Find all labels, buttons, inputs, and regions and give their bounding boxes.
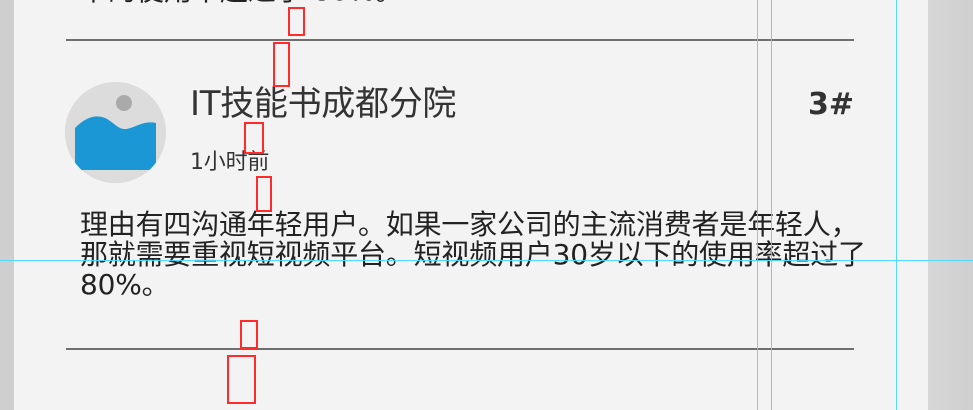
author-name[interactable]: IT技能书成都分院 [190,84,456,124]
right-edge-shadow [928,0,973,410]
spacing-marker-top [288,7,305,36]
spacing-marker-bottom [227,355,256,404]
image-placeholder-icon [65,82,166,183]
horizontal-guide-line [0,260,973,261]
spacing-marker-time-content [256,176,272,212]
floor-number: 3# [807,87,854,122]
author-avatar[interactable] [65,82,166,183]
spacing-marker-upper [273,42,290,87]
previous-post-content: 下的使用率超过了 80%。 [80,0,860,8]
spacing-marker-content-divider [240,320,258,349]
post-divider-top [66,39,854,41]
vertical-guide-line-left [757,0,758,410]
vertical-guide-line-right [771,0,772,410]
vertical-guide-line-outer [896,0,897,410]
post-content: 理由有四沟通年轻用户。如果一家公司的主流消费者是年轻人，那就需要重视短视频平台。… [80,208,866,301]
left-margin-strip [0,0,14,410]
spacing-marker-title-time [244,122,264,154]
post-divider-bottom [66,348,854,350]
post-feed-panel: 下的使用率超过了 80%。 IT技能书成都分院 1小时前 3# 理由有四沟通年轻… [14,0,928,410]
